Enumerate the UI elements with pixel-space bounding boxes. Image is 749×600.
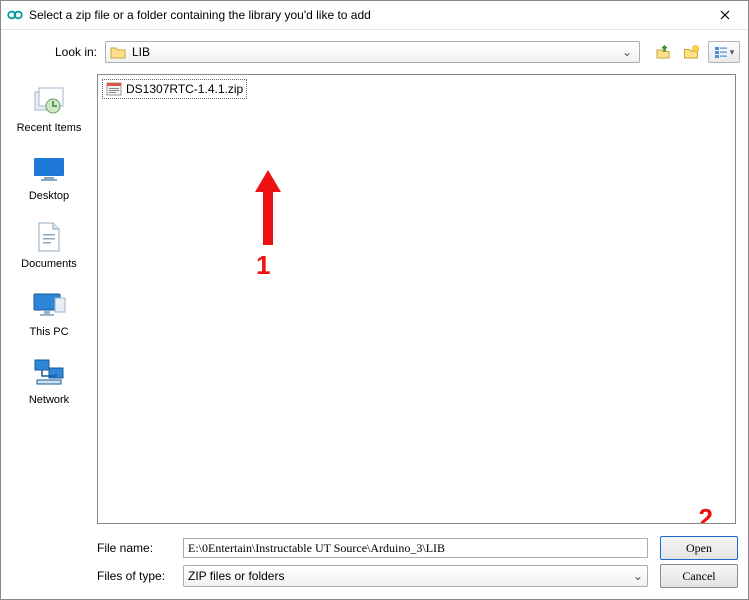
chevron-down-icon: ⌄ <box>633 569 643 583</box>
annotation-arrow-1-icon <box>253 170 283 245</box>
network-icon <box>30 356 68 390</box>
close-button[interactable] <box>702 1 748 29</box>
folder-icon <box>110 45 126 59</box>
places-bar: Recent Items Desktop Documents <box>1 74 97 530</box>
this-pc-icon <box>30 288 68 322</box>
lookin-label: Look in: <box>1 45 105 59</box>
dialog-title: Select a zip file or a folder containing… <box>29 8 702 22</box>
places-network[interactable]: Network <box>9 356 89 406</box>
close-icon <box>720 10 730 20</box>
zip-file-icon <box>106 81 122 97</box>
view-menu-button[interactable]: ▾ <box>708 41 740 63</box>
toolbar-icons: ▾ <box>652 41 740 63</box>
places-documents[interactable]: Documents <box>9 220 89 270</box>
cancel-button[interactable]: Cancel <box>660 564 738 588</box>
filetype-label: Files of type: <box>97 569 183 583</box>
up-one-level-button[interactable] <box>652 41 674 63</box>
filetype-dropdown[interactable]: ZIP files or folders ⌄ <box>183 565 648 587</box>
file-item-name: DS1307RTC-1.4.1.zip <box>126 82 243 96</box>
file-list-pane[interactable]: DS1307RTC-1.4.1.zip 1 2 <box>97 74 736 524</box>
file-dialog-window: Select a zip file or a folder containing… <box>0 0 749 600</box>
recent-items-icon <box>30 84 68 118</box>
places-this-pc[interactable]: This PC <box>9 288 89 338</box>
lookin-row: Look in: LIB ⌄ ▾ <box>1 30 748 74</box>
lookin-dropdown[interactable]: LIB ⌄ <box>105 41 640 63</box>
documents-icon <box>30 220 68 254</box>
filetype-value: ZIP files or folders <box>188 569 633 583</box>
title-bar: Select a zip file or a folder containing… <box>1 1 748 30</box>
open-button[interactable]: Open <box>660 536 738 560</box>
places-desktop[interactable]: Desktop <box>9 152 89 202</box>
filename-input[interactable] <box>183 538 648 558</box>
desktop-icon <box>30 152 68 186</box>
filename-label: File name: <box>97 541 183 555</box>
annotation-label-1: 1 <box>256 250 270 281</box>
lookin-value: LIB <box>132 45 619 59</box>
arduino-app-icon <box>7 7 23 23</box>
folder-new-icon <box>683 44 699 60</box>
bottom-panel: File name: Open Files of type: ZIP files… <box>1 530 748 600</box>
places-recent-items[interactable]: Recent Items <box>9 84 89 134</box>
file-item[interactable]: DS1307RTC-1.4.1.zip <box>102 79 247 99</box>
folder-up-icon <box>655 44 671 60</box>
chevron-down-icon: ⌄ <box>619 45 635 59</box>
new-folder-button[interactable] <box>680 41 702 63</box>
chevron-down-icon: ▾ <box>730 47 735 58</box>
annotation-label-2: 2 <box>699 503 713 524</box>
list-view-icon <box>714 46 728 58</box>
